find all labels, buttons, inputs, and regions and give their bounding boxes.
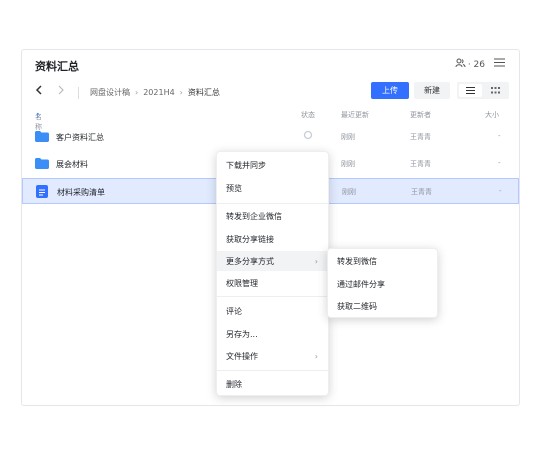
menu-item-preview[interactable]: 预览 — [217, 178, 328, 198]
context-menu: 下载并同步 预览 转发到企业微信 获取分享链接 更多分享方式 › 权限管理 评论… — [216, 151, 329, 396]
file-name: 材料采购清单 — [57, 188, 105, 197]
menu-divider — [217, 370, 328, 371]
updated-time: 刚刚 — [341, 133, 355, 141]
file-name: 客户资料汇总 — [56, 133, 104, 142]
sync-status-icon — [303, 130, 313, 142]
menu-item-forward-wecom[interactable]: 转发到企业微信 — [217, 206, 328, 226]
column-header-status: 状态 — [301, 111, 315, 119]
chevron-right-icon: › — [314, 256, 318, 266]
chevron-right-icon[interactable] — [57, 84, 65, 98]
file-size: - — [499, 187, 502, 195]
breadcrumb-item[interactable]: 网盘设计稿 — [90, 87, 130, 98]
sheet-file-icon — [36, 185, 48, 200]
menu-divider — [217, 203, 328, 204]
breadcrumb-current: 资料汇总 — [187, 88, 220, 97]
menu-item-download-sync[interactable]: 下载并同步 — [217, 155, 328, 175]
breadcrumb-item[interactable]: 2021H4 — [143, 88, 174, 97]
submenu-item-email[interactable]: 通过邮件分享 — [328, 274, 437, 294]
menu-item-more-share[interactable]: 更多分享方式 › — [217, 251, 328, 271]
submenu-item-wechat[interactable]: 转发到微信 — [328, 251, 437, 271]
column-header-size: 大小 — [485, 111, 499, 119]
grid-view-icon[interactable] — [484, 84, 507, 97]
members-button[interactable]: · 26 — [455, 58, 485, 71]
column-header-updated: 最近更新 — [341, 111, 369, 119]
breadcrumb: 网盘设计稿 › 2021H4 › 资料汇总 — [90, 87, 220, 98]
updated-time: 刚刚 — [341, 160, 355, 168]
menu-item-share-link[interactable]: 获取分享链接 — [217, 229, 328, 249]
menu-item-file-ops[interactable]: 文件操作 › — [217, 346, 328, 366]
list-view-icon[interactable] — [459, 84, 482, 97]
updater-name: 王青青 — [410, 133, 431, 141]
toolbar: 网盘设计稿 › 2021H4 › 资料汇总 上传 新建 — [22, 82, 519, 104]
hamburger-icon[interactable] — [494, 56, 505, 70]
menu-item-delete[interactable]: 删除 — [217, 374, 328, 394]
chevron-right-icon: › — [314, 351, 318, 361]
folder-icon — [35, 158, 49, 171]
menu-item-save-as[interactable]: 另存为... — [217, 324, 328, 344]
menu-item-label: 文件操作 — [226, 351, 258, 361]
sort-icon[interactable]: ↑ — [35, 112, 41, 120]
folder-icon — [35, 131, 49, 144]
menu-item-label: 更多分享方式 — [226, 256, 274, 266]
view-toggle — [457, 82, 509, 99]
menu-item-comment[interactable]: 评论 — [217, 301, 328, 321]
chevron-right-icon: › — [179, 88, 183, 97]
menu-item-permissions[interactable]: 权限管理 — [217, 273, 328, 293]
updater-name: 王青青 — [410, 160, 431, 168]
users-icon — [455, 58, 466, 71]
upload-button[interactable]: 上传 — [371, 82, 409, 99]
chevron-left-icon[interactable] — [35, 84, 43, 98]
table-row[interactable]: 客户资料汇总 刚刚 王青青 - — [22, 124, 519, 150]
menu-divider — [217, 296, 328, 297]
updater-name: 王青青 — [411, 188, 432, 196]
table-header: 名称 ↑ 状态 最近更新 更新者 大小 — [35, 111, 499, 131]
member-count: · 26 — [467, 59, 485, 70]
submenu-item-qrcode[interactable]: 获取二维码 — [328, 296, 437, 316]
new-button[interactable]: 新建 — [414, 82, 450, 99]
file-size: - — [498, 159, 501, 167]
updated-time: 刚刚 — [342, 188, 356, 196]
file-size: - — [498, 132, 501, 140]
file-name: 展会材料 — [56, 160, 88, 169]
chevron-right-icon: › — [135, 88, 139, 97]
column-header-updater: 更新者 — [410, 111, 431, 119]
divider — [78, 87, 79, 99]
share-submenu: 转发到微信 通过邮件分享 获取二维码 — [327, 248, 438, 318]
page-title: 资料汇总 — [35, 60, 79, 73]
